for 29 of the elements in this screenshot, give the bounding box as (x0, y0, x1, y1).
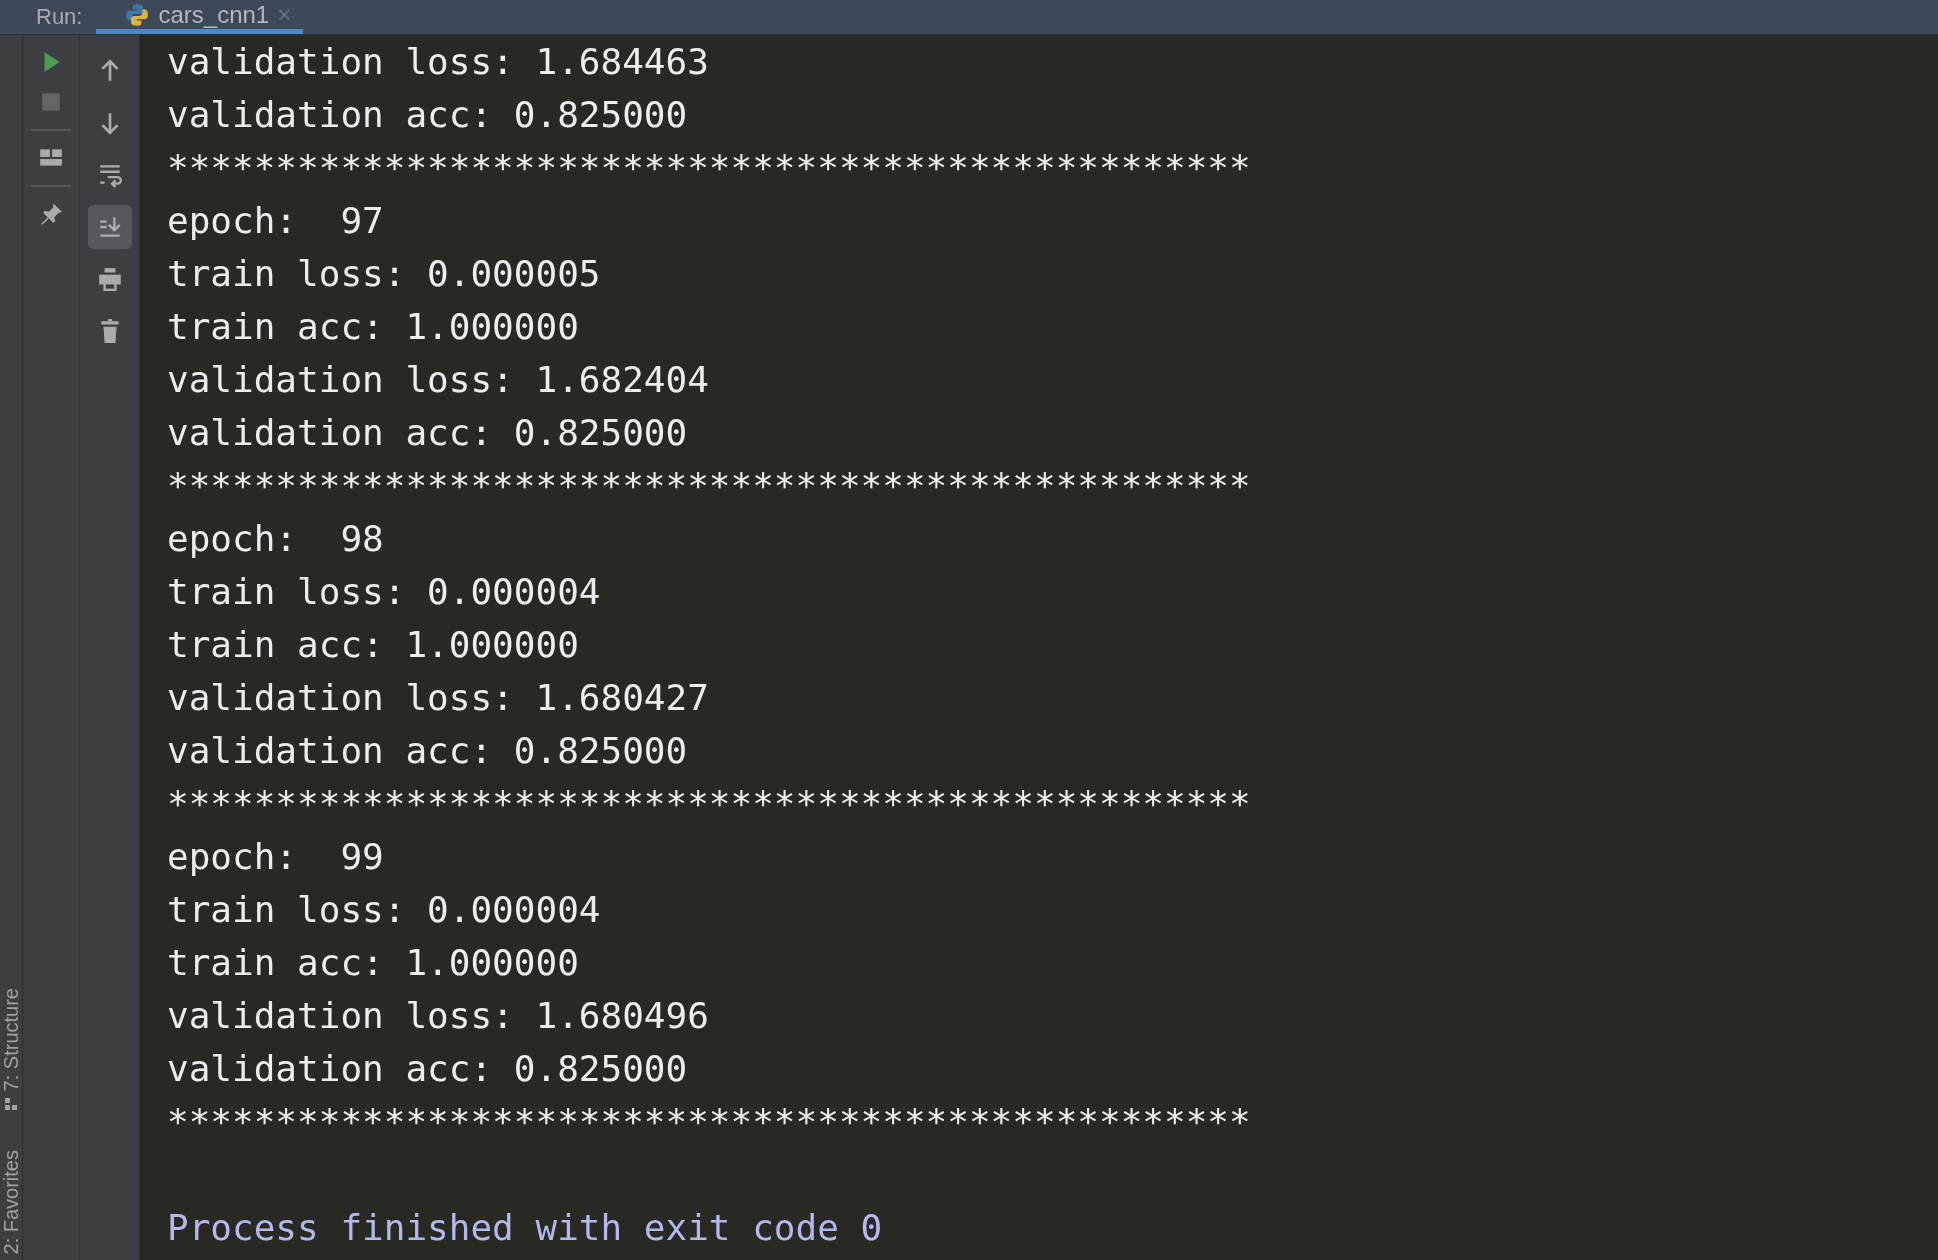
printer-icon[interactable] (96, 266, 123, 292)
console-line: validation acc: 0.825000 (167, 1047, 688, 1091)
python-icon (124, 1, 151, 28)
console-line: epoch: 97 (167, 199, 384, 243)
console-line: validation loss: 1.680427 (167, 676, 709, 720)
toggle-button[interactable] (87, 205, 132, 249)
console-line: train acc: 1.000000 (167, 623, 579, 667)
console-line: validation loss: 1.680496 (167, 994, 709, 1038)
structure-icon (5, 1097, 17, 1110)
console-line: epoch: 98 (167, 517, 384, 561)
side-tool-tab[interactable]: 7: Structure (0, 988, 22, 1110)
console-line: train acc: 1.000000 (167, 305, 579, 349)
side-tool-tab[interactable]: 2: Favorites (0, 1149, 22, 1254)
console-line: validation acc: 0.825000 (167, 93, 688, 137)
console-line: validation loss: 1.682404 (167, 358, 709, 402)
console-line: train loss: 0.000004 (167, 570, 601, 614)
console-line: validation acc: 0.825000 (167, 729, 688, 773)
console-line: ************************************************** (167, 1100, 1251, 1144)
console-line: epoch: 99 (167, 835, 384, 879)
console-line: validation loss: 1.684463 (167, 40, 709, 84)
run-label: Run: (35, 4, 84, 30)
console-line: train loss: 0.000004 (167, 888, 601, 932)
console-line: train loss: 0.000005 (167, 252, 601, 296)
console-line: ************************************************** (167, 464, 1251, 508)
console-line: validation acc: 0.825000 (167, 411, 688, 455)
console-line: ************************************************** (167, 782, 1251, 826)
exit-message: Process finished with exit code 0 (167, 1206, 883, 1250)
console-line: train acc: 1.000000 (167, 941, 579, 985)
console-line: ************************************************** (167, 146, 1251, 190)
